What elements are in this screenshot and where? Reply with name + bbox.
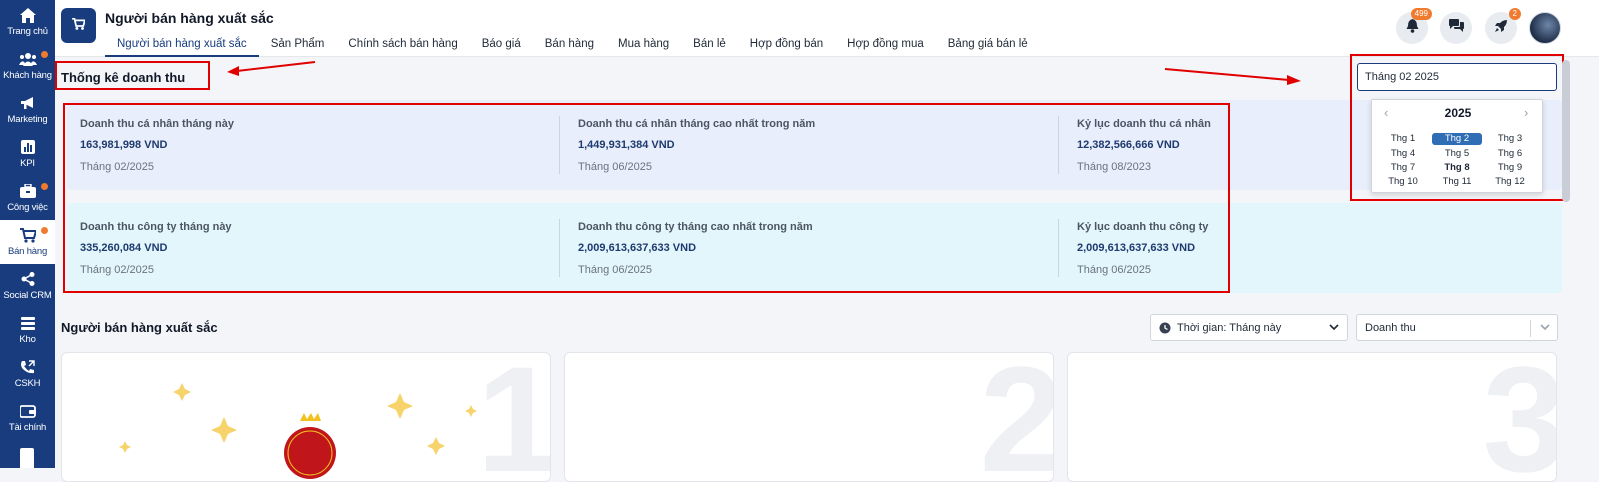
- clipboard-icon[interactable]: [20, 448, 34, 468]
- tab-purchase-contracts[interactable]: Hợp đồng mua: [835, 34, 936, 57]
- tab-purchases[interactable]: Mua hàng: [606, 34, 681, 57]
- wallet-icon: [19, 403, 37, 419]
- notification-badge: 499: [1410, 8, 1432, 20]
- chevron-down-icon: [1540, 322, 1550, 335]
- annotation-box-picker: [1350, 54, 1564, 201]
- tab-retail[interactable]: Bán lẻ: [681, 34, 738, 57]
- tab-top-sellers[interactable]: Người bán hàng xuất sắc: [105, 34, 259, 57]
- notification-dot: [41, 227, 48, 234]
- rocket-button[interactable]: 2: [1485, 8, 1521, 44]
- top-seller-card-2[interactable]: 2: [564, 352, 1054, 482]
- sidebar-item-label: Công việc: [7, 202, 48, 213]
- top-sellers-title: Người bán hàng xuất sắc: [61, 320, 218, 335]
- scrollbar[interactable]: [1562, 60, 1570, 202]
- sidebar-item-customer-care[interactable]: CSKH: [0, 352, 55, 396]
- sidebar-item-customers[interactable]: Khách hàng: [0, 44, 55, 88]
- metric-filter-select[interactable]: Doanh thu: [1356, 314, 1558, 341]
- cart-icon: [72, 17, 87, 35]
- sparkle-decoration: [119, 383, 477, 479]
- sidebar-item-label: Marketing: [7, 114, 48, 125]
- sidebar-item-sales[interactable]: Bán hàng: [0, 220, 55, 264]
- time-filter-select[interactable]: Thời gian: Tháng này: [1150, 314, 1348, 341]
- sidebar-item-label: Bán hàng: [7, 246, 48, 257]
- megaphone-icon: [19, 95, 37, 111]
- rank-number: 2: [980, 353, 1053, 481]
- sidebar-item-marketing[interactable]: Marketing: [0, 88, 55, 132]
- chat-button[interactable]: [1440, 12, 1472, 44]
- metric-filter-value: Doanh thu: [1365, 322, 1416, 334]
- rocket-icon: [1494, 19, 1508, 38]
- rocket-badge: 2: [1508, 8, 1521, 20]
- module-cart-button[interactable]: [61, 8, 96, 43]
- annotation-arrow-left: [227, 61, 316, 76]
- rank-number: 3: [1483, 353, 1556, 481]
- module-tabs: Người bán hàng xuất sắc Sản Phẩm Chính s…: [105, 34, 1040, 57]
- sidebar-item-label: KPI: [20, 158, 35, 169]
- annotation-box-stats: [63, 103, 1230, 293]
- notification-dot: [41, 51, 48, 58]
- sidebar-item-finance[interactable]: Tài chính: [0, 396, 55, 440]
- tab-quotes[interactable]: Báo giá: [470, 34, 533, 57]
- notifications-button[interactable]: 499: [1396, 8, 1432, 44]
- bar-chart-icon: [19, 139, 37, 155]
- annotation-arrow-right: [1164, 68, 1301, 85]
- notification-dot: [41, 183, 48, 190]
- warehouse-icon: [19, 315, 37, 331]
- bell-icon: [1406, 18, 1419, 38]
- main-content: Người bán hàng xuất sắc Người bán hàng x…: [55, 0, 1599, 482]
- tab-sales[interactable]: Bán hàng: [533, 34, 606, 57]
- sidebar-item-social-crm[interactable]: Social CRM: [0, 264, 55, 308]
- annotation-box-title: [55, 61, 210, 90]
- page-title: Người bán hàng xuất sắc: [105, 10, 274, 26]
- sidebar-item-tasks[interactable]: Công việc: [0, 176, 55, 220]
- time-filter-value: Thời gian: Tháng này: [1177, 322, 1282, 334]
- phone-icon: [19, 359, 37, 375]
- cart-icon: [19, 227, 37, 243]
- sidebar-item-home[interactable]: Trang chủ: [0, 0, 55, 44]
- chat-icon: [1448, 19, 1464, 37]
- sidebar-item-label: Social CRM: [3, 290, 52, 301]
- briefcase-icon: [19, 183, 37, 199]
- share-icon: [19, 271, 37, 287]
- tab-sales-policy[interactable]: Chính sách bán hàng: [336, 34, 469, 57]
- home-icon: [19, 7, 37, 23]
- sidebar-item-label: Tài chính: [8, 422, 47, 433]
- sidebar: Trang chủ Khách hàng Marketing KPI Công …: [0, 0, 55, 468]
- top-header: Người bán hàng xuất sắc Người bán hàng x…: [55, 0, 1599, 57]
- sidebar-item-warehouse[interactable]: Kho: [0, 308, 55, 352]
- tab-products[interactable]: Sản Phẩm: [259, 34, 337, 57]
- users-icon: [18, 51, 37, 67]
- sidebar-item-label: CSKH: [14, 378, 41, 389]
- top-seller-card-1[interactable]: 1: [61, 352, 551, 482]
- sidebar-item-kpi[interactable]: KPI: [0, 132, 55, 176]
- tab-sales-contracts[interactable]: Hợp đồng bán: [738, 34, 835, 57]
- sidebar-item-label: Kho: [19, 334, 36, 345]
- avatar[interactable]: [1529, 12, 1561, 44]
- sidebar-item-label: Trang chủ: [7, 26, 48, 37]
- sidebar-item-label: Khách hàng: [3, 70, 52, 81]
- chevron-down-icon: [1329, 322, 1339, 335]
- tab-retail-price-list[interactable]: Bảng giá bán lẻ: [936, 34, 1040, 57]
- top-seller-card-3[interactable]: 3: [1067, 352, 1557, 482]
- clock-icon: [1159, 322, 1171, 337]
- divider: [1530, 320, 1531, 337]
